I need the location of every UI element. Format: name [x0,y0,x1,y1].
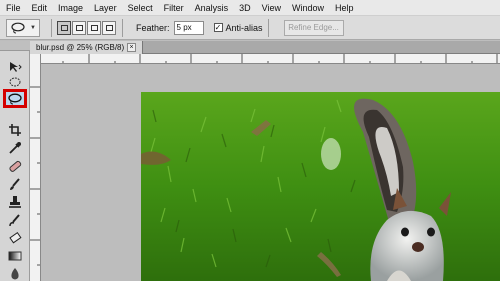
menu-filter[interactable]: Filter [164,0,184,16]
tools-panel-grip[interactable] [0,41,30,51]
history-brush-icon [9,214,20,227]
lasso-icon [11,22,25,33]
move-tool[interactable] [4,60,26,74]
new-selection-button[interactable] [57,20,71,35]
document-tab[interactable]: blur.psd @ 25% (RGB/8) × [30,41,143,54]
new-selection-icon [60,24,68,31]
subtract-selection-button[interactable] [87,20,101,35]
separator [122,18,123,37]
eraser-tool[interactable] [4,231,26,245]
crop-tool[interactable] [4,123,26,137]
horizontal-ruler [41,54,500,64]
stamp-icon [9,196,21,208]
menu-view[interactable]: View [262,0,281,16]
document-tab-title: blur.psd @ 25% (RGB/8) [36,43,125,52]
move-icon [10,62,22,72]
antialias-option[interactable]: ✓ Anti-alias [213,22,263,33]
close-icon[interactable]: × [127,43,136,52]
document-photo[interactable] [141,92,500,281]
marquee-icon [9,77,21,87]
brush-icon [10,178,20,190]
antialias-label: Anti-alias [225,22,263,33]
gradient-icon [8,251,22,261]
menu-layer[interactable]: Layer [94,0,117,16]
menu-bar: File Edit Image Layer Select Filter Anal… [0,0,500,16]
eyedropper-icon [9,142,21,154]
menu-help[interactable]: Help [335,0,354,16]
intersect-selection-button[interactable] [102,20,116,35]
intersect-selection-icon [105,24,113,31]
separator [51,18,52,37]
refine-edge-button[interactable]: Refine Edge... [283,19,344,36]
menu-analysis[interactable]: Analysis [195,0,229,16]
tool-preset-picker[interactable]: ▼ [6,18,40,37]
menu-3d[interactable]: 3D [239,0,251,16]
brush-tool[interactable] [4,177,26,191]
healing-brush-tool[interactable] [4,159,26,173]
eraser-icon [9,231,22,244]
antialias-checkbox[interactable]: ✓ [213,23,223,32]
eyedropper-tool[interactable] [4,141,26,155]
blur-tool[interactable] [4,267,26,281]
menu-window[interactable]: Window [292,0,324,16]
document-tab-strip: blur.psd @ 25% (RGB/8) × [30,41,500,54]
lasso-tool[interactable] [3,89,27,108]
history-brush-tool[interactable] [4,213,26,227]
tools-panel [0,41,30,281]
feather-label: Feather: [136,22,170,33]
crop-icon [9,124,21,136]
menu-file[interactable]: File [6,0,21,16]
marquee-tool[interactable] [4,75,26,89]
gradient-tool[interactable] [4,249,26,263]
add-to-selection-button[interactable] [72,20,86,35]
bandage-icon [9,160,22,172]
add-selection-icon [75,24,83,31]
clone-stamp-tool[interactable] [4,195,26,209]
vertical-ruler [30,54,41,281]
options-bar: ▼ Feather: 5 px ✓ Anti-alias Refine Edge… [0,16,500,40]
separator [267,18,269,37]
menu-edit[interactable]: Edit [32,0,48,16]
subtract-selection-icon [90,24,98,31]
drop-icon [11,268,19,280]
feather-input[interactable]: 5 px [173,20,204,35]
lasso-icon [8,93,22,104]
menu-select[interactable]: Select [128,0,153,16]
menu-image[interactable]: Image [58,0,83,16]
chevron-down-icon: ▼ [30,24,36,31]
